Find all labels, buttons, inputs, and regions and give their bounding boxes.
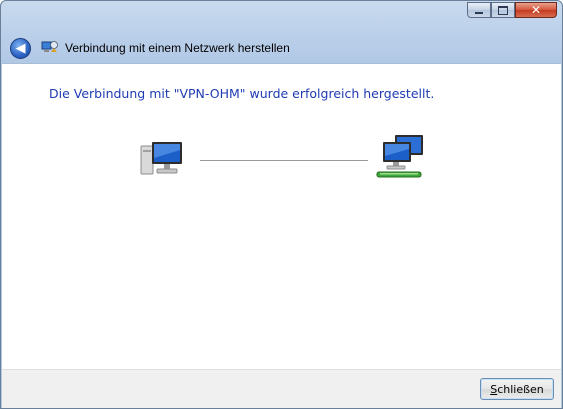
- wizard-window: ✕ ◀ Verbindung mit einem Netzwerk herste…: [0, 0, 563, 409]
- minimize-icon: [475, 12, 483, 14]
- network-icon: [376, 135, 423, 178]
- close-button-accesskey: S: [490, 382, 498, 396]
- caption-buttons: ✕: [467, 2, 557, 18]
- back-button[interactable]: ◀: [10, 37, 31, 59]
- close-button[interactable]: Schließen: [480, 378, 554, 400]
- computer-icon: [140, 142, 182, 175]
- close-icon: ✕: [530, 3, 542, 17]
- maximize-button[interactable]: [491, 2, 515, 18]
- minimize-button[interactable]: [467, 2, 491, 18]
- success-heading: Die Verbindung mit "VPN-OHM" wurde erfol…: [49, 86, 435, 101]
- close-window-button[interactable]: ✕: [515, 2, 557, 18]
- connection-line: [200, 160, 368, 161]
- network-wizard-icon: [41, 41, 58, 52]
- close-button-label: chließen: [497, 382, 544, 396]
- maximize-icon: [498, 5, 508, 15]
- wizard-footer: Schließen: [2, 369, 561, 408]
- content-area: Die Verbindung mit "VPN-OHM" wurde erfol…: [2, 63, 561, 369]
- navigation-bar: ◀ Verbindung mit einem Netzwerk herstell…: [1, 33, 562, 63]
- back-arrow-icon: ◀: [15, 40, 26, 56]
- window-title: Verbindung mit einem Netzwerk herstellen: [65, 41, 290, 55]
